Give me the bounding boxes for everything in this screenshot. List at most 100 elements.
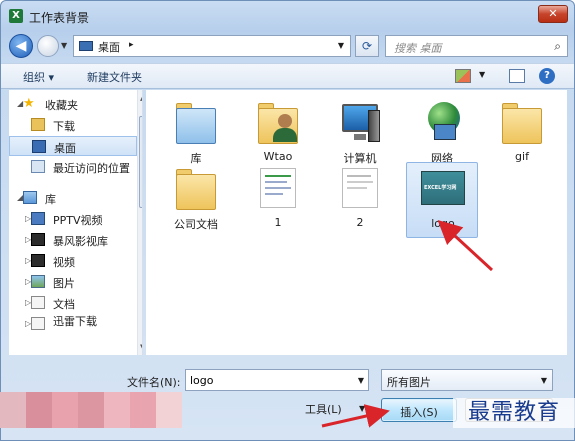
nav-item-pictures[interactable]: ▷ 图片	[9, 272, 137, 292]
nav-label: 收藏夹	[45, 99, 78, 112]
help-icon[interactable]: ?	[539, 68, 555, 84]
window-title: 工作表背景	[29, 11, 90, 25]
logo-image-thumbnail-icon: EXCEL学习网	[421, 165, 465, 213]
excel-app-icon: X	[9, 9, 23, 23]
filetype-select[interactable]: 所有图片 ▼	[381, 369, 553, 391]
back-button[interactable]: ◀	[9, 34, 33, 58]
videos-icon	[31, 254, 45, 267]
search-placeholder: 搜索 桌面	[394, 42, 442, 55]
navigation-pane: ◢ ★ 收藏夹 下载 桌面 最近访问的位置 ◢ 库 ▷ PPTV视频 ▷ 暴风影…	[9, 90, 143, 355]
nav-item-libraries[interactable]: ◢ 库	[9, 188, 137, 208]
recent-locations-dropdown[interactable]: ▼	[61, 41, 67, 50]
nav-label: 暴风影视库	[53, 235, 108, 248]
address-row: ◀ ▼ 桌面 ▸ ▼ ⟳ 搜索 桌面 ⌕	[1, 31, 574, 61]
logo-thumb-text: EXCEL学习网	[424, 185, 457, 191]
nav-item-videos[interactable]: ▷ 视频	[9, 251, 137, 271]
network-icon	[420, 98, 464, 146]
user-folder-icon	[256, 98, 300, 146]
nav-item-favorites[interactable]: ◢ ★ 收藏夹	[9, 94, 137, 114]
forward-button[interactable]	[37, 35, 59, 57]
nav-label: 图片	[53, 277, 75, 290]
change-view-icon[interactable]	[455, 69, 471, 83]
filename-field[interactable]: ▼	[185, 369, 369, 391]
pixelated-redaction	[0, 392, 182, 428]
nav-label: 文档	[53, 298, 75, 311]
tools-dropdown-icon[interactable]: ▼	[359, 404, 365, 413]
nav-label: 桌面	[54, 142, 76, 155]
image-thumbnail-icon	[256, 164, 300, 212]
file-item-wtao[interactable]: Wtao	[242, 96, 314, 172]
file-item-library[interactable]: 库	[160, 96, 232, 172]
filename-label: 文件名(N):	[127, 376, 181, 389]
desktop-icon	[32, 140, 46, 153]
nav-label: PPTV视频	[53, 214, 103, 227]
file-dialog-window: X 工作表背景 ✕ ◀ ▼ 桌面 ▸ ▼ ⟳ 搜索 桌面 ⌕ 组织 ▾ 新建文件…	[0, 0, 575, 441]
file-item-gif[interactable]: gif	[486, 96, 558, 172]
close-button[interactable]: ✕	[538, 5, 568, 23]
command-toolbar: 组织 ▾ 新建文件夹 ▼ ?	[1, 63, 574, 89]
folder-icon	[500, 98, 544, 146]
title-bar: X 工作表背景 ✕	[1, 1, 574, 31]
nav-item-recent-places[interactable]: 最近访问的位置	[9, 157, 137, 177]
address-current[interactable]: 桌面	[98, 39, 120, 55]
file-label: 公司文档	[174, 218, 218, 231]
scroll-up-icon[interactable]: ▲	[140, 94, 142, 102]
preview-pane-icon[interactable]	[509, 69, 525, 83]
thunder-download-icon	[31, 317, 45, 330]
filename-input[interactable]	[190, 371, 350, 389]
search-icon[interactable]: ⌕	[554, 39, 561, 54]
file-label: gif	[515, 150, 529, 163]
filetype-dropdown-icon[interactable]: ▼	[541, 376, 547, 385]
address-bar[interactable]: 桌面 ▸ ▼	[73, 35, 351, 57]
file-item-logo[interactable]: EXCEL学习网 logo	[406, 162, 478, 238]
search-input[interactable]: 搜索 桌面 ⌕	[385, 35, 568, 57]
desktop-icon	[79, 41, 93, 51]
organize-menu[interactable]: 组织 ▾	[23, 69, 54, 85]
library-icon	[23, 191, 37, 204]
file-item-company-docs[interactable]: 公司文档	[160, 162, 232, 238]
file-label: 2	[356, 216, 364, 229]
nav-item-desktop[interactable]: 桌面	[9, 136, 137, 156]
nav-item-pptv[interactable]: ▷ PPTV视频	[9, 209, 137, 229]
recent-places-icon	[31, 160, 45, 173]
nav-label: 视频	[53, 256, 75, 269]
file-item-network[interactable]: 网络	[406, 96, 478, 172]
library-folder-icon	[174, 98, 218, 146]
nav-item-thunder[interactable]: ▷ 迅雷下载	[9, 314, 137, 334]
file-item-computer[interactable]: 计算机	[324, 96, 396, 172]
nav-item-baofeng[interactable]: ▷ 暴风影视库	[9, 230, 137, 250]
insert-button-label: 插入(S)	[400, 406, 438, 419]
folder-icon	[174, 164, 218, 212]
nav-label: 最近访问的位置	[53, 162, 130, 175]
nav-scrollbar[interactable]: ▲ ▼	[137, 90, 142, 355]
film-library-icon	[31, 233, 45, 246]
view-options-dropdown[interactable]: ▼	[479, 70, 485, 79]
address-dropdown-icon[interactable]: ▼	[338, 41, 344, 50]
nav-item-documents[interactable]: ▷ 文档	[9, 293, 137, 313]
nav-label: 库	[45, 193, 56, 206]
filetype-value: 所有图片	[387, 376, 431, 389]
nav-label: 下载	[53, 120, 75, 133]
watermark-text: 最需教育	[453, 398, 575, 428]
file-item-2[interactable]: 2	[324, 162, 396, 238]
video-library-icon	[31, 212, 45, 225]
refresh-button[interactable]: ⟳	[355, 35, 379, 57]
filename-dropdown-icon[interactable]: ▼	[358, 376, 364, 385]
pictures-icon	[31, 275, 45, 288]
file-label: 1	[274, 216, 282, 229]
nav-label: 迅雷下载	[53, 315, 97, 328]
downloads-folder-icon	[31, 118, 45, 131]
documents-icon	[31, 296, 45, 309]
file-item-1[interactable]: 1	[242, 162, 314, 238]
nav-item-downloads[interactable]: 下载	[9, 115, 137, 135]
image-thumbnail-icon	[338, 164, 382, 212]
star-icon: ★	[23, 96, 35, 111]
computer-icon	[338, 98, 382, 146]
scrollbar-thumb[interactable]	[139, 116, 142, 208]
insert-button[interactable]: 插入(S)	[381, 398, 457, 422]
file-label: logo	[431, 217, 455, 230]
tools-menu[interactable]: 工具(L)	[305, 401, 342, 417]
scroll-down-icon[interactable]: ▼	[140, 343, 142, 351]
new-folder-button[interactable]: 新建文件夹	[87, 69, 142, 85]
breadcrumb-chevron-icon[interactable]: ▸	[129, 40, 134, 50]
